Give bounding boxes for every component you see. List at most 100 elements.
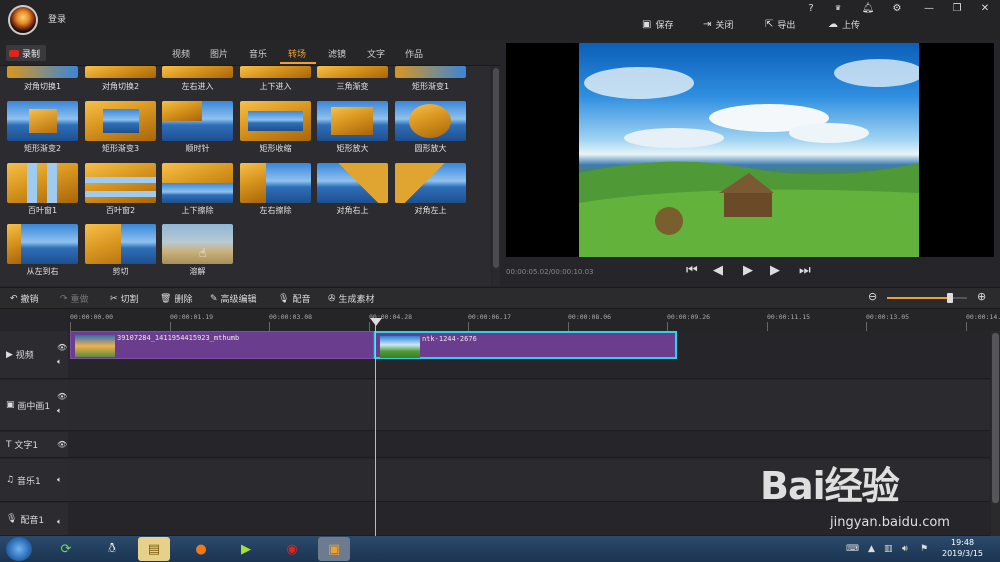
media-player-icon[interactable]: ▶	[230, 537, 262, 561]
track-header-pip[interactable]: ▣ 画中画1 👁︎ 🔈︎	[0, 380, 68, 431]
transition-thumb[interactable]	[317, 66, 388, 78]
firefox-icon[interactable]: ●	[185, 537, 217, 561]
transition-thumb[interactable]	[7, 224, 78, 264]
flag-icon[interactable]: ⚑	[920, 544, 928, 554]
tab-filter[interactable]: 滤镜	[328, 47, 346, 60]
save-button[interactable]: ▣ 保存	[642, 18, 673, 31]
tab-transition[interactable]: 转场	[288, 47, 306, 60]
clock-time[interactable]: 19:48	[951, 538, 974, 547]
transition-thumb[interactable]	[395, 101, 466, 141]
step-back-icon[interactable]: ◀︎	[713, 263, 723, 278]
eye-icon[interactable]: 👁︎	[57, 343, 67, 352]
playhead-line[interactable]	[375, 318, 376, 536]
skip-end-icon[interactable]: ⏭	[799, 263, 811, 278]
keyboard-icon[interactable]: ⌨	[846, 544, 859, 554]
eye-icon[interactable]: 👁︎	[57, 392, 67, 401]
network-icon[interactable]: ▥	[884, 544, 893, 554]
video-clip[interactable]: 39107284_1411954415923_mthumb	[70, 331, 374, 359]
app-logo-avatar[interactable]	[8, 5, 38, 35]
track-row-pip[interactable]	[68, 380, 990, 431]
qq-icon[interactable]: 🐧︎	[96, 537, 128, 561]
generate-asset-button[interactable]: ✇ 生成素材	[328, 292, 375, 306]
transition-thumb[interactable]	[162, 101, 233, 141]
speaker-icon[interactable]: 🔈︎	[57, 517, 62, 527]
transition-label: 从左到右	[26, 267, 59, 276]
record-button[interactable]: 录制	[6, 45, 46, 61]
ruler-tick	[568, 322, 569, 331]
film-reel-icon: ✇	[328, 293, 336, 304]
clip-thumbnail	[75, 335, 115, 357]
ruler-label: 00:00:08.06	[568, 313, 612, 321]
help-icon[interactable]: ?	[804, 3, 818, 14]
delete-button[interactable]: 🗑︎ 删除	[160, 292, 192, 306]
zoom-in-icon[interactable]: ⊕	[977, 290, 986, 303]
recorder-icon[interactable]: ◉	[276, 537, 308, 561]
transition-thumb[interactable]	[162, 66, 233, 78]
tab-works[interactable]: 作品	[405, 47, 423, 60]
transition-thumb[interactable]	[395, 163, 466, 203]
upload-button[interactable]: ☁ 上传	[828, 18, 860, 31]
bell-icon[interactable]: 🔔︎	[861, 3, 875, 14]
vip-icon[interactable]: ♛	[831, 4, 845, 12]
volume-icon[interactable]: 🔊︎	[902, 544, 908, 554]
transition-thumb[interactable]	[85, 224, 156, 264]
tab-music[interactable]: 音乐	[249, 47, 267, 60]
transition-thumb[interactable]	[7, 101, 78, 141]
transition-thumb[interactable]	[317, 163, 388, 203]
speaker-icon[interactable]: 🔈︎	[57, 406, 62, 416]
transition-label: 对角右上	[336, 206, 369, 215]
play-icon[interactable]: ▶	[743, 263, 753, 278]
transition-thumb[interactable]	[317, 101, 388, 141]
login-link[interactable]: 登录	[48, 12, 66, 25]
close-button[interactable]: ⇥ 关闭	[703, 18, 733, 31]
dub-button[interactable]: 🎙︎ 配音	[278, 292, 310, 306]
transition-thumb[interactable]	[85, 66, 156, 78]
advanced-edit-button[interactable]: ✎ 高级编辑	[210, 292, 257, 306]
tab-text[interactable]: 文字	[367, 47, 385, 60]
transition-thumb[interactable]	[85, 101, 156, 141]
undo-button[interactable]: ↶ 撤销	[10, 292, 39, 306]
video-editor-taskbar-icon[interactable]: ▣	[318, 537, 350, 561]
transition-thumb[interactable]	[162, 163, 233, 203]
video-clip-selected[interactable]: ntk-1244-2676	[374, 331, 677, 359]
tray-up-icon[interactable]: ▲	[868, 544, 875, 554]
tab-video[interactable]: 视频	[172, 47, 190, 60]
transition-thumb[interactable]	[7, 66, 78, 78]
hand-cursor-icon: ☝	[199, 246, 207, 260]
export-button[interactable]: ⇱ 导出	[765, 18, 795, 31]
eye-icon[interactable]: 👁︎	[57, 440, 67, 449]
refresh-app-icon[interactable]: ⟳	[50, 537, 82, 561]
ruler-tick	[667, 322, 668, 331]
close-window-icon[interactable]: ✕	[978, 3, 992, 14]
track-header-video[interactable]: ▶ 视频 👁︎ 🔈︎	[0, 331, 68, 379]
playhead-handle[interactable]	[370, 318, 382, 326]
zoom-slider-handle[interactable]	[947, 293, 953, 303]
speaker-icon[interactable]: 🔈︎	[57, 475, 62, 485]
transition-thumb[interactable]	[395, 66, 466, 78]
cut-button[interactable]: ✂ 切割	[110, 292, 139, 306]
transition-thumb[interactable]	[7, 163, 78, 203]
transition-thumb[interactable]	[240, 101, 311, 141]
step-forward-icon[interactable]: ▶︎	[770, 263, 780, 278]
transition-thumb[interactable]	[85, 163, 156, 203]
library-scroll-thumb[interactable]	[493, 68, 499, 268]
transition-thumb[interactable]	[240, 66, 311, 78]
restore-icon[interactable]: ❐	[950, 3, 964, 14]
gear-icon[interactable]: ⚙	[890, 3, 904, 14]
tab-image[interactable]: 图片	[210, 47, 228, 60]
start-button[interactable]	[6, 537, 32, 561]
redo-button[interactable]: ↷ 重做	[60, 292, 89, 306]
track-header-voice[interactable]: 🎙︎ 配音1 🔈︎	[0, 503, 68, 536]
track-header-text[interactable]: T 文字1 👁︎	[0, 432, 68, 458]
save-icon: ▣	[642, 19, 652, 30]
clock-date[interactable]: 2019/3/15	[942, 549, 983, 558]
zoom-out-icon[interactable]: ⊖	[868, 290, 877, 303]
transition-thumb[interactable]	[162, 224, 233, 264]
speaker-icon[interactable]: 🔈︎	[57, 357, 62, 367]
transition-thumb[interactable]	[240, 163, 311, 203]
skip-start-icon[interactable]: ⏮	[686, 263, 698, 278]
folder-icon[interactable]: ▤	[138, 537, 170, 561]
minimize-icon[interactable]: —	[922, 3, 936, 14]
timeline-scroll-thumb[interactable]	[992, 333, 999, 503]
track-header-music[interactable]: ♫ 音乐1 🔈︎	[0, 459, 68, 502]
